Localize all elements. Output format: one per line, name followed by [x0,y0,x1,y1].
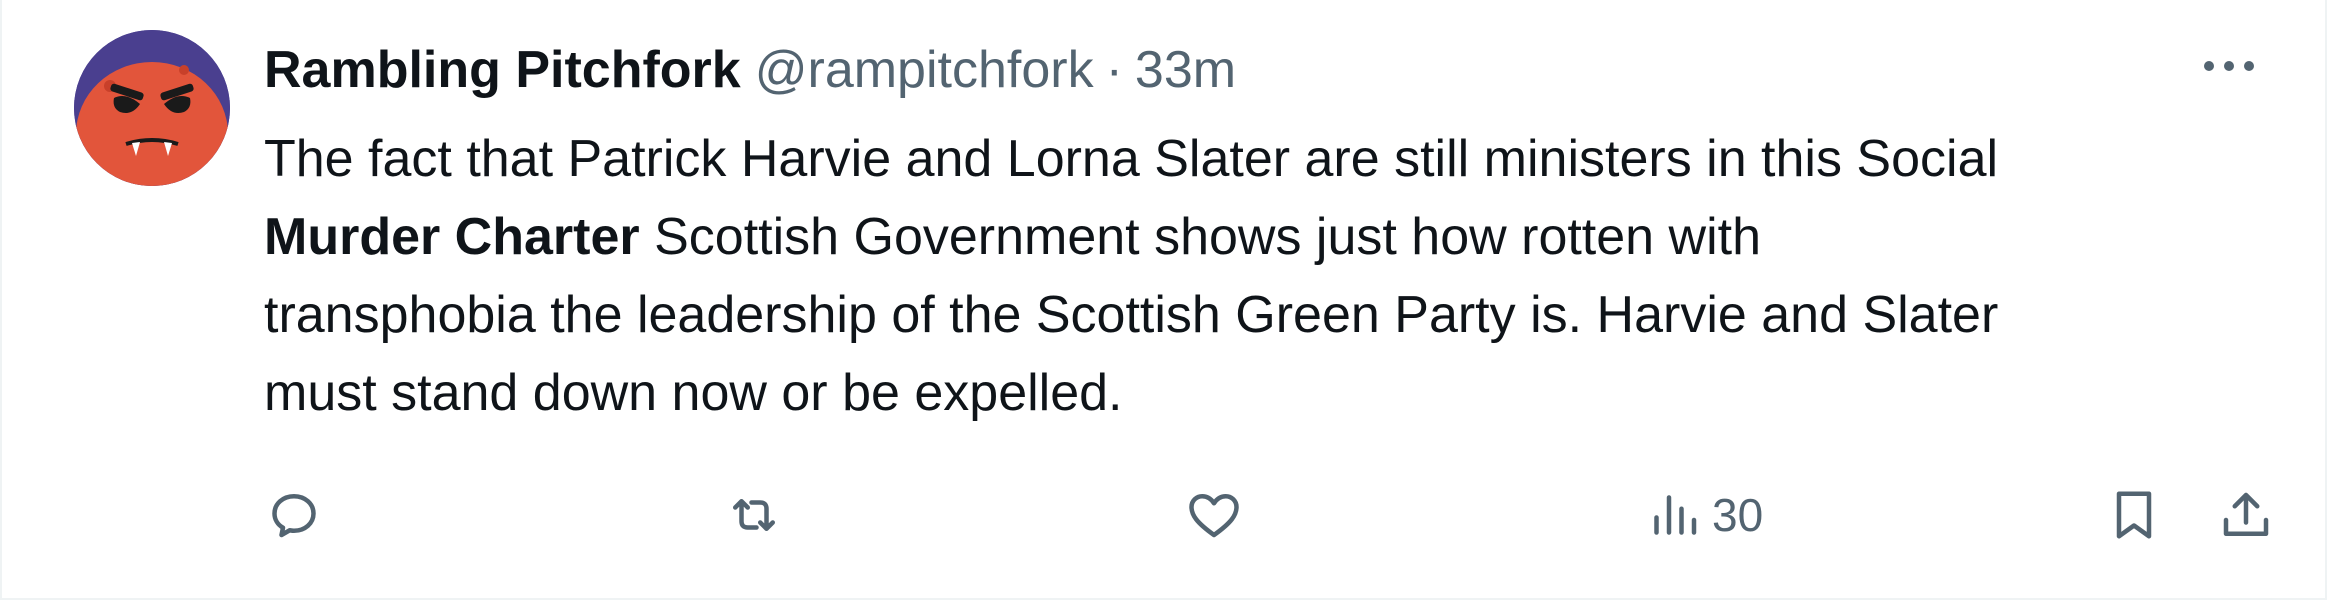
tweet-card[interactable]: Rambling Pitchfork @rampitchfork · 33m T… [0,0,2327,600]
reply-icon [272,494,316,538]
bookmark-button[interactable] [2104,480,2164,550]
heart-icon [1189,494,1239,538]
tweet-text: The fact that Patrick Harvie and Lorna S… [264,120,2274,432]
tweet-text-line-3: transphobia the leadership of the Scotti… [264,286,1999,344]
tweet-header: Rambling Pitchfork @rampitchfork · 33m [264,30,2264,110]
more-options-button[interactable] [2193,36,2265,96]
tweet-header-area: Rambling Pitchfork @rampitchfork · 33m [264,30,2264,110]
red-monster-avatar-icon [74,30,230,186]
tweet-text-line-2: Scottish Government shows just how rotte… [639,208,1762,266]
views-button[interactable]: 30 [1644,480,1763,550]
avatar[interactable] [74,30,230,186]
bookmark-icon [2116,491,2152,539]
author-name[interactable]: Rambling Pitchfork [264,30,741,110]
retweet-icon [733,499,775,531]
separator-dot: · [1105,41,1123,99]
reply-button[interactable] [264,480,324,550]
tweet-text-bold: Murder Charter [264,208,640,266]
tweet-timestamp[interactable]: 33m [1135,30,1236,110]
like-button[interactable] [1184,480,1244,550]
tweet-text-line-1: The fact that Patrick Harvie and Lorna S… [264,130,1999,188]
views-count: 30 [1712,489,1764,541]
more-icon [2204,61,2254,71]
tweet-actions: 30 [264,480,2284,550]
tweet-text-line-4: must stand down now or be expelled. [264,364,1123,422]
retweet-button[interactable] [724,480,784,550]
author-handle[interactable]: @rampitchfork [755,30,1094,110]
share-button[interactable] [2216,480,2276,550]
views-icon [1654,495,1697,535]
share-icon [2223,492,2269,536]
